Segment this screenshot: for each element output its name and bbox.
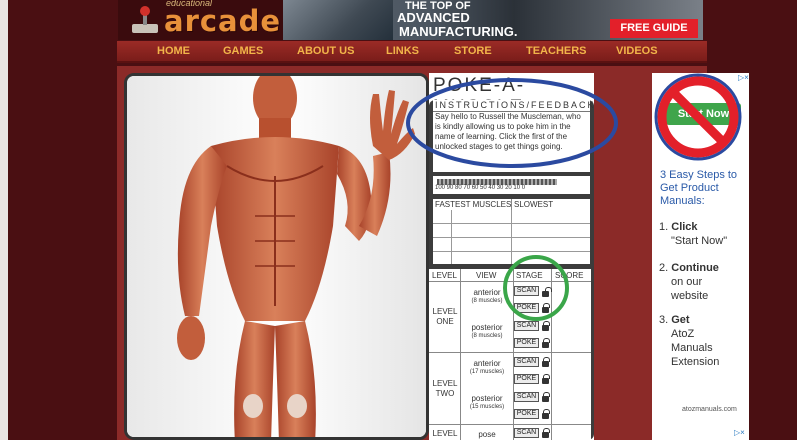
no-symbol-icon	[654, 73, 742, 161]
annotation-layer	[406, 73, 742, 321]
green-annotation-circle	[503, 255, 569, 321]
blue-annotation-circle	[406, 78, 618, 168]
